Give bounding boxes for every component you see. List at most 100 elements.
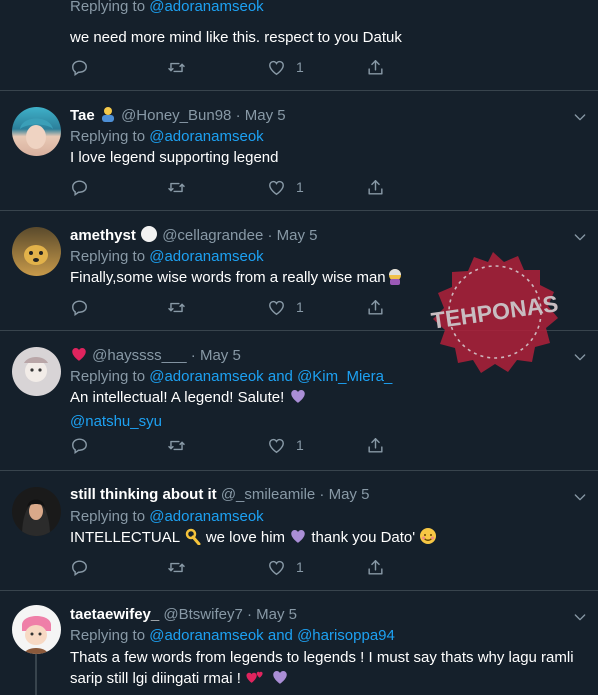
display-name[interactable]: still thinking about it bbox=[70, 486, 217, 503]
reply-icon bbox=[70, 58, 89, 77]
retweet-button[interactable] bbox=[167, 56, 186, 78]
tweet[interactable]: still thinking about it @_smileamile · M… bbox=[0, 471, 598, 591]
display-name[interactable]: taetaewifey_ bbox=[70, 606, 159, 623]
tweet-text: An intellectual! A legend! Salute! bbox=[70, 389, 285, 406]
share-button[interactable] bbox=[366, 56, 385, 78]
mention-link[interactable]: @adoranamseok bbox=[149, 0, 263, 15]
display-name[interactable]: amethyst bbox=[70, 227, 136, 244]
share-button[interactable] bbox=[366, 176, 385, 198]
replying-to: Replying to @adoranamseok bbox=[70, 247, 264, 267]
mention-link[interactable]: @adoranamseok bbox=[149, 627, 263, 644]
purple-heart-icon bbox=[289, 387, 307, 411]
handle[interactable]: @cellagrandee bbox=[162, 227, 263, 244]
avatar[interactable] bbox=[12, 487, 61, 536]
person-emoji-icon bbox=[99, 105, 117, 129]
timestamp[interactable]: · May 5 bbox=[268, 227, 318, 244]
tweet[interactable]: Tae @Honey_Bun98 · May 5 Replying to @ad… bbox=[0, 91, 598, 211]
retweet-button[interactable] bbox=[167, 556, 186, 578]
avatar[interactable] bbox=[12, 605, 61, 654]
mention-link[interactable]: @adoranamseok bbox=[149, 368, 263, 385]
mention-link[interactable]: @adoranamseok bbox=[149, 248, 263, 265]
timestamp[interactable]: · May 5 bbox=[191, 347, 241, 364]
tweet[interactable]: taetaewifey_ @Btswifey7 · May 5 Replying… bbox=[0, 591, 598, 695]
like-button[interactable]: 1 bbox=[267, 176, 304, 198]
display-name[interactable]: Tae bbox=[70, 107, 95, 124]
reply-icon bbox=[70, 298, 89, 317]
mention-link[interactable]: @adoranamseok bbox=[149, 508, 263, 525]
tweet-header: taetaewifey_ @Btswifey7 · May 5 bbox=[70, 605, 568, 625]
replying-prefix: Replying to bbox=[70, 248, 146, 265]
replying-prefix: Replying to bbox=[70, 627, 146, 644]
tweet-text-part: we love him bbox=[205, 529, 286, 546]
tweet-text-wrap: INTELLECTUAL we love him thank you Dato' bbox=[70, 527, 586, 551]
reply-button[interactable] bbox=[70, 434, 89, 456]
share-button[interactable] bbox=[366, 296, 385, 318]
chevron-down-icon[interactable] bbox=[572, 349, 588, 365]
chevron-down-icon[interactable] bbox=[572, 609, 588, 625]
chevron-down-icon[interactable] bbox=[572, 489, 588, 505]
tweet-header: still thinking about it @_smileamile · M… bbox=[70, 485, 568, 505]
tweet-text: I love legend supporting legend bbox=[70, 149, 279, 166]
replying-prefix: Replying to bbox=[70, 0, 146, 15]
mention-link[interactable]: @adoranamseok bbox=[149, 128, 263, 145]
avatar[interactable] bbox=[12, 347, 61, 396]
white-circle-icon bbox=[140, 225, 158, 249]
share-button[interactable] bbox=[366, 434, 385, 456]
tweet-text: sarip still lgi diingati rmai ! bbox=[70, 670, 241, 687]
watermark-stamp: TEHPONAS bbox=[418, 248, 568, 378]
retweet-icon bbox=[167, 178, 186, 197]
like-count: 1 bbox=[296, 437, 304, 453]
tweet-text-wrap: An intellectual! A legend! Salute! @nats… bbox=[70, 387, 586, 432]
like-button[interactable]: 1 bbox=[267, 434, 304, 456]
like-button[interactable]: 1 bbox=[267, 56, 304, 78]
reply-button[interactable] bbox=[70, 556, 89, 578]
handle[interactable]: @_smileamile bbox=[221, 486, 315, 503]
reply-button[interactable] bbox=[70, 56, 89, 78]
mention-link[interactable]: @natshu_syu bbox=[70, 413, 162, 430]
mention-link[interactable]: @harisoppa94 bbox=[297, 627, 395, 644]
share-icon bbox=[366, 58, 385, 77]
retweet-icon bbox=[167, 58, 186, 77]
tweet-actions: 1 bbox=[70, 176, 400, 198]
heart-icon bbox=[267, 558, 286, 577]
tweet-actions: 1 bbox=[70, 296, 400, 318]
thread-line bbox=[35, 654, 37, 695]
timestamp[interactable]: · May 5 bbox=[247, 606, 297, 623]
timestamp[interactable]: · May 5 bbox=[236, 107, 286, 124]
share-icon bbox=[366, 436, 385, 455]
reply-button[interactable] bbox=[70, 296, 89, 318]
replying-prefix: Replying to bbox=[70, 128, 146, 145]
timestamp[interactable]: · May 5 bbox=[319, 486, 369, 503]
replying-prefix: Replying to bbox=[70, 368, 146, 385]
retweet-button[interactable] bbox=[167, 296, 186, 318]
handle[interactable]: @Btswifey7 bbox=[163, 606, 242, 623]
avatar[interactable] bbox=[12, 227, 61, 276]
ok-hand-emoji-icon bbox=[184, 527, 202, 551]
tweet[interactable]: Replying to @adoranamseok we need more m… bbox=[0, 0, 598, 91]
purple-heart-icon bbox=[289, 527, 307, 551]
chevron-down-icon[interactable] bbox=[572, 229, 588, 245]
handle[interactable]: @hayssss___ bbox=[92, 347, 186, 364]
replying-and: and bbox=[267, 627, 293, 644]
avatar[interactable] bbox=[12, 107, 61, 156]
like-button[interactable]: 1 bbox=[267, 556, 304, 578]
retweet-icon bbox=[167, 298, 186, 317]
tweet-text-part: thank you Dato' bbox=[311, 529, 416, 546]
tweet-actions: 1 bbox=[70, 56, 400, 78]
retweet-button[interactable] bbox=[167, 434, 186, 456]
like-count: 1 bbox=[296, 559, 304, 575]
replying-to: Replying to @adoranamseok bbox=[70, 0, 264, 17]
mention-link[interactable]: @Kim_Miera_ bbox=[297, 368, 392, 385]
tweet-header: Tae @Honey_Bun98 · May 5 bbox=[70, 105, 568, 129]
handle[interactable]: @Honey_Bun98 bbox=[121, 107, 231, 124]
replying-to: Replying to @adoranamseok and @harisoppa… bbox=[70, 626, 395, 646]
chevron-down-icon[interactable] bbox=[572, 109, 588, 125]
reply-icon bbox=[70, 178, 89, 197]
retweet-button[interactable] bbox=[167, 176, 186, 198]
two-hearts-icon bbox=[245, 668, 267, 692]
like-count: 1 bbox=[296, 179, 304, 195]
reply-button[interactable] bbox=[70, 176, 89, 198]
tweet-text: Thats a few words from legends to legend… bbox=[70, 649, 574, 666]
like-button[interactable]: 1 bbox=[267, 296, 304, 318]
share-button[interactable] bbox=[366, 556, 385, 578]
